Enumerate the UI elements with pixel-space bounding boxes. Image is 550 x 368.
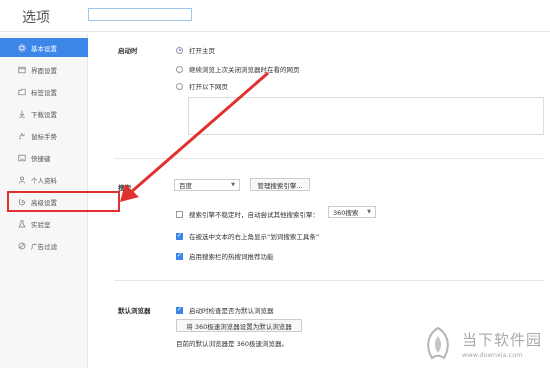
divider: [114, 158, 544, 159]
search-hot-row[interactable]: ✓ 启用搜索栏的热搜词推荐功能: [176, 251, 274, 261]
sidebar-item-gesture[interactable]: 鼠标手势: [0, 126, 88, 145]
startup-option-home[interactable]: 打开主页: [176, 45, 215, 55]
search-fallback-row[interactable]: 搜索引擎不稳定时，自动尝试其他搜索引擎：: [176, 209, 319, 219]
download-icon: [17, 109, 26, 118]
sidebar-item-label: 鼠标手势: [31, 132, 57, 141]
default-browser-status: 目前的默认浏览器是 360极速浏览器。: [176, 340, 288, 348]
sidebar-item-basic[interactable]: 基本设置: [0, 38, 88, 57]
fallback-checkbox[interactable]: [176, 210, 183, 218]
sidebar-item-label: 快捷键: [31, 154, 51, 163]
sidebar-item-ui[interactable]: 界面设置: [0, 60, 88, 79]
user-icon: [17, 175, 26, 184]
settings-content: 启动时 打开主页 继续浏览上次关闭浏览器时在看的网页 打开以下网页 搜索 百度 …: [88, 34, 550, 368]
default-check-label: 启动时检查是否为默认浏览器: [189, 307, 274, 315]
window-icon: [17, 65, 26, 74]
set-default-browser-button[interactable]: 将 360极速浏览器设置为默认浏览器: [176, 319, 302, 332]
startup-label: 启动时: [118, 47, 138, 55]
radio-home[interactable]: [176, 46, 183, 54]
sidebar-item-label: 标签设置: [31, 88, 57, 97]
sidebar-item-profile[interactable]: 个人资料: [0, 170, 88, 189]
default-browser-label: 默认浏览器: [118, 307, 151, 315]
radio-restore[interactable]: [176, 65, 183, 73]
watermark: 当下软件园 www.downxia.com: [420, 326, 542, 362]
hot-label: 启用搜索栏的热搜词推荐功能: [189, 253, 274, 261]
sidebar-item-download[interactable]: 下载设置: [0, 104, 88, 123]
watermark-title: 当下软件园: [461, 331, 542, 349]
default-check-checkbox[interactable]: ✓: [176, 306, 183, 314]
gear-icon: [17, 43, 26, 52]
startup-option-restore[interactable]: 继续浏览上次关闭浏览器时在看的网页: [176, 64, 300, 74]
sidebar-item-label: 界面设置: [31, 66, 57, 75]
fallback-label: 搜索引擎不稳定时，自动尝试其他搜索引擎：: [189, 211, 319, 219]
block-icon: [17, 241, 26, 250]
toolbar-checkbox[interactable]: ✓: [176, 232, 183, 240]
fallback-engine-select[interactable]: 360搜索 ▼: [328, 206, 376, 218]
page-title: 选项: [22, 10, 50, 26]
radio-pages[interactable]: [176, 82, 183, 90]
hot-checkbox[interactable]: ✓: [176, 252, 183, 260]
startup-option-label: 继续浏览上次关闭浏览器时在看的网页: [189, 66, 300, 74]
divider: [114, 280, 544, 281]
header: 选项: [0, 0, 550, 32]
startup-option-label: 打开主页: [189, 47, 215, 55]
search-engine-value: 百度: [179, 182, 192, 190]
watermark-logo-icon: [427, 326, 449, 360]
mouse-gesture-icon: [17, 131, 26, 140]
tag-icon: [17, 87, 26, 96]
lab-icon: [17, 219, 26, 228]
sidebar-item-lab[interactable]: 实验室: [0, 214, 88, 233]
chevron-down-icon: ▼: [367, 209, 371, 215]
sidebar-item-label: 基本设置: [31, 44, 57, 53]
manage-search-engines-button[interactable]: 管理搜索引擎...: [250, 178, 310, 191]
sidebar-item-label: 实验室: [31, 220, 51, 229]
keyboard-icon: [17, 153, 26, 162]
sidebar-item-adblock[interactable]: 广告过滤: [0, 236, 88, 255]
startup-option-pages[interactable]: 打开以下网页: [176, 81, 228, 91]
startup-option-label: 打开以下网页: [189, 83, 228, 91]
search-toolbar-row[interactable]: ✓ 在被选中文本的右上角显示“划词搜索工具条”: [176, 231, 319, 241]
search-engine-select[interactable]: 百度 ▼: [174, 179, 240, 191]
default-browser-check-row[interactable]: ✓ 启动时检查是否为默认浏览器: [176, 305, 274, 315]
toolbar-label: 在被选中文本的右上角显示“划词搜索工具条”: [189, 233, 320, 241]
sidebar-item-tabs[interactable]: 标签设置: [0, 82, 88, 101]
chevron-down-icon: ▼: [231, 182, 235, 188]
sidebar-item-label: 下载设置: [31, 110, 57, 119]
annotation-highlight-box: [7, 191, 120, 212]
search-input[interactable]: [88, 8, 192, 21]
watermark-url: www.downxia.com: [461, 351, 523, 359]
sidebar-item-label: 广告过滤: [31, 242, 57, 251]
sidebar-item-shortcut[interactable]: 快捷键: [0, 148, 88, 167]
sidebar-item-label: 个人资料: [31, 176, 57, 185]
startup-pages-list[interactable]: [188, 97, 544, 135]
fallback-engine-value: 360搜索: [333, 209, 359, 217]
